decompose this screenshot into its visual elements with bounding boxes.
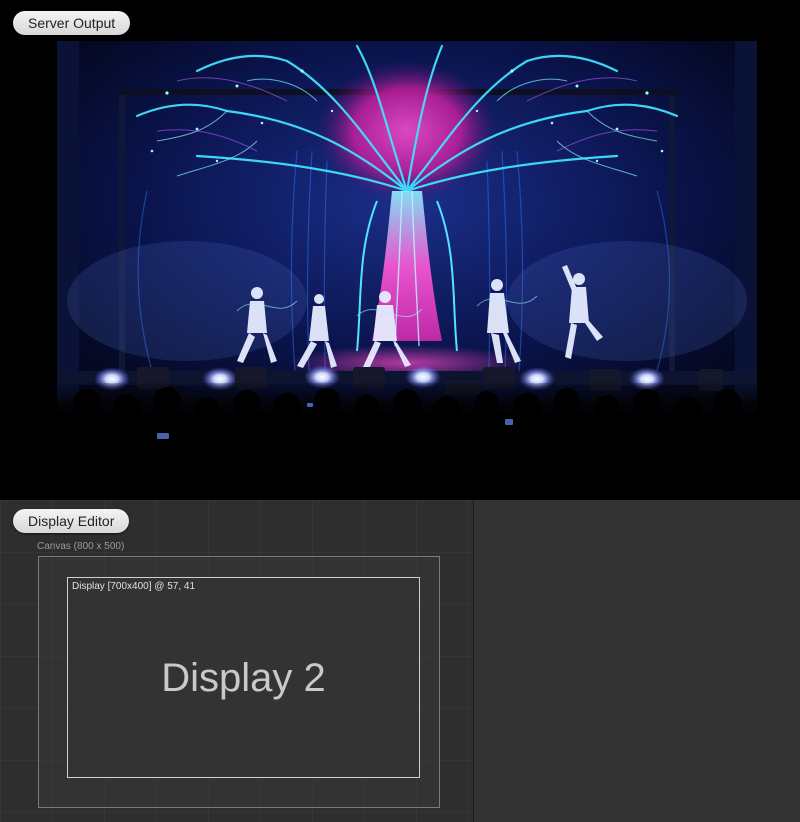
server-output-panel: Server Output xyxy=(0,0,800,500)
canvas-size-label: Canvas (800 x 500) xyxy=(37,541,125,552)
editor-properties-area xyxy=(474,500,800,822)
display-editor-panel: Display Editor Canvas (800 x 500) Displa… xyxy=(0,500,800,822)
display-name-label: Display 2 xyxy=(161,656,326,700)
display-info-label: Display [700x400] @ 57, 41 xyxy=(72,581,196,592)
stage-illustration xyxy=(57,41,757,441)
editor-canvas-area[interactable]: Display Editor Canvas (800 x 500) Displa… xyxy=(0,500,473,822)
display-editor-label: Display Editor xyxy=(13,509,130,533)
display-box[interactable]: Display [700x400] @ 57, 41 Display 2 xyxy=(67,577,420,778)
server-output-label: Server Output xyxy=(13,11,131,35)
stage-output-image xyxy=(57,41,757,441)
